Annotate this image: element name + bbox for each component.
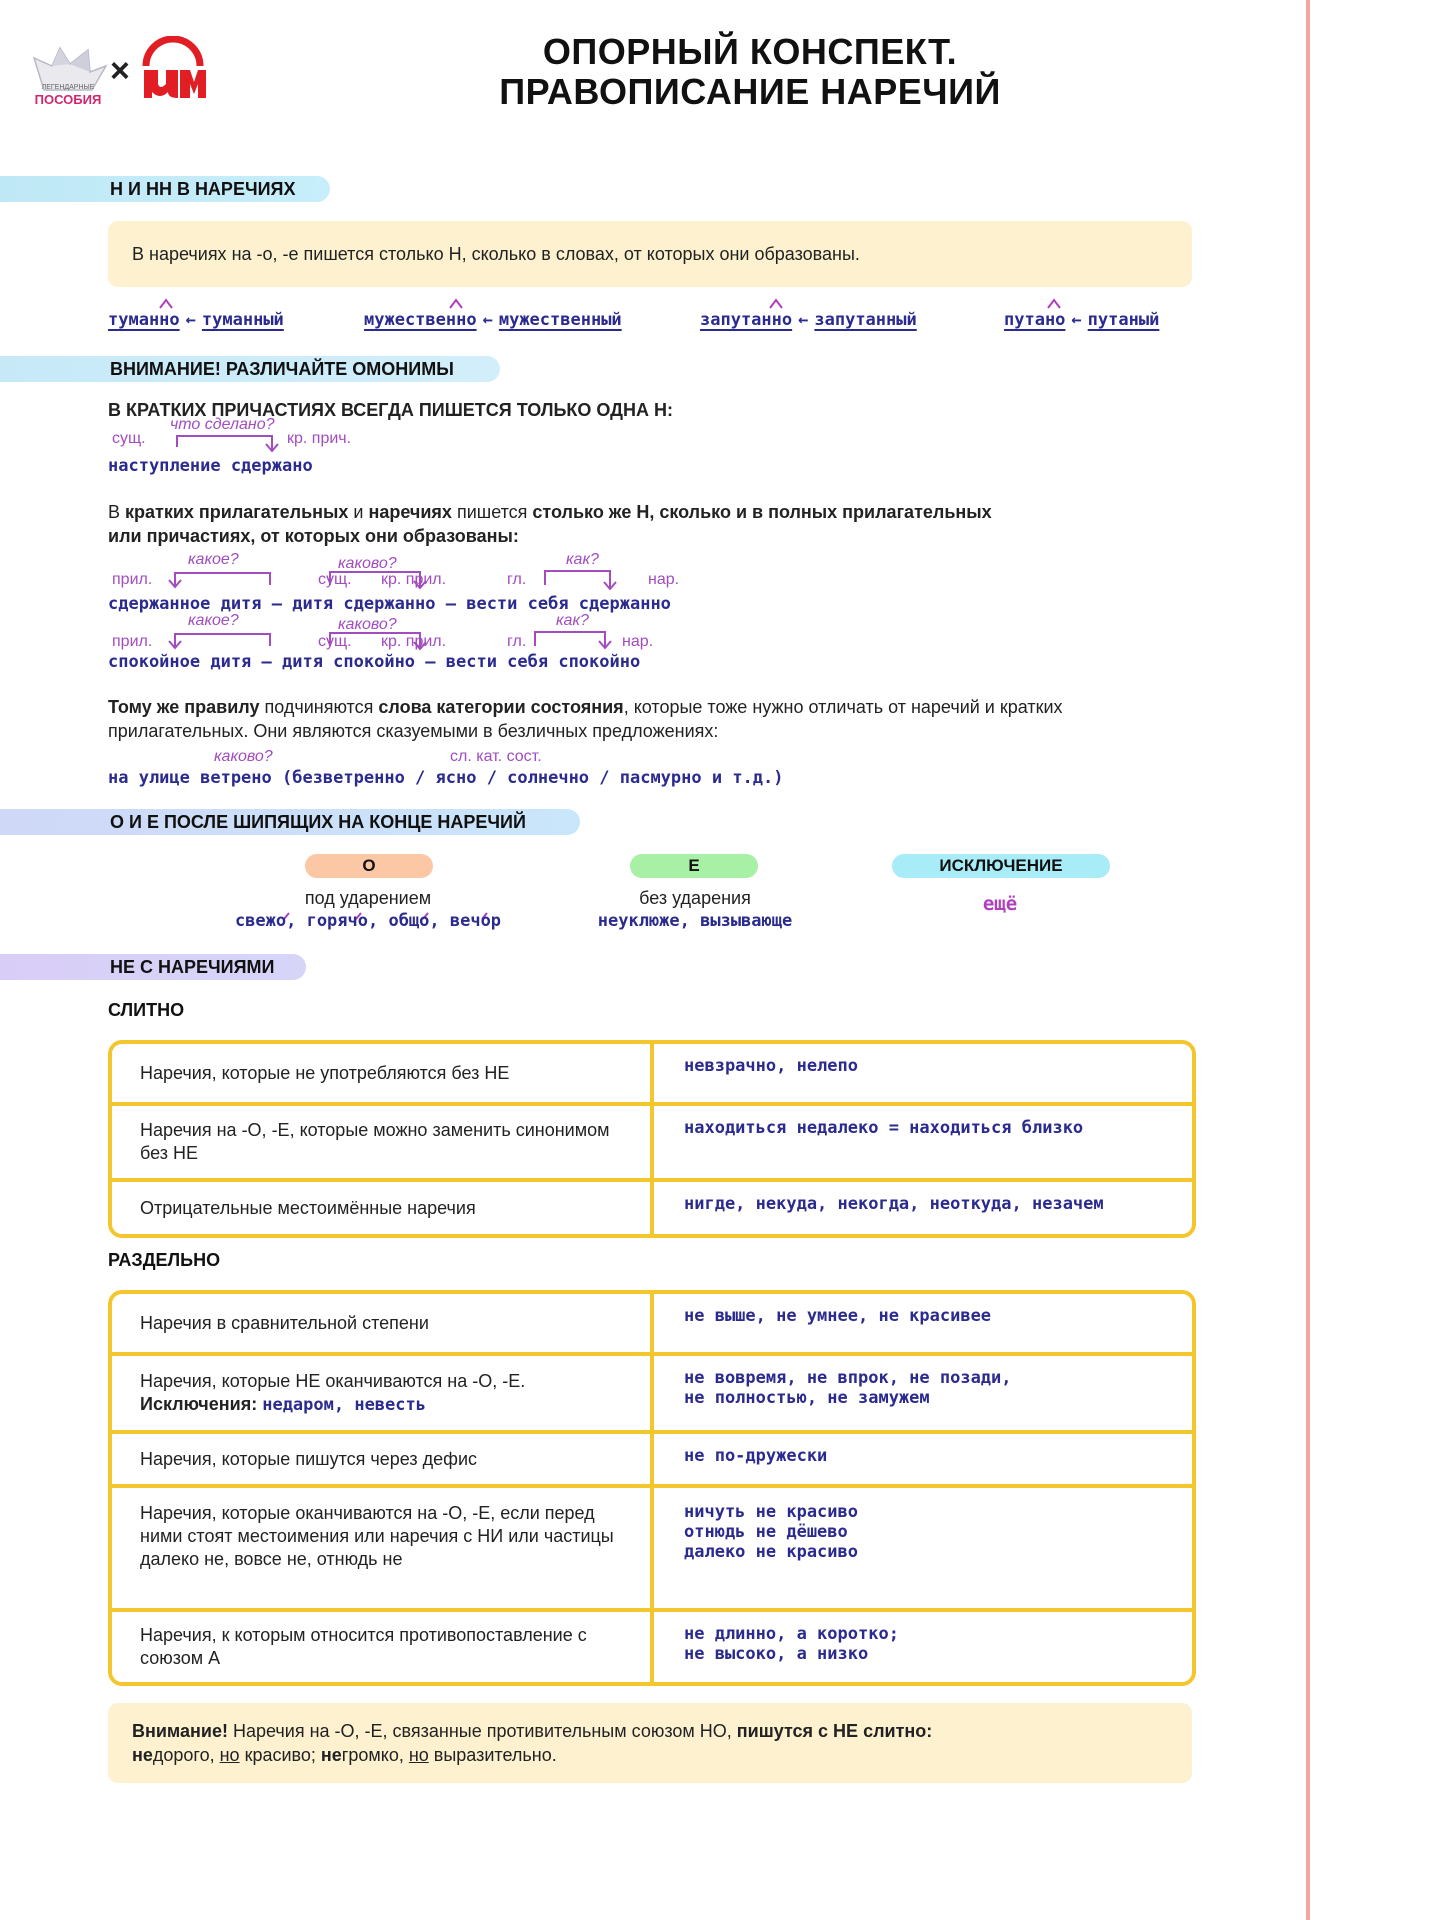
text-underlined: но	[219, 1745, 240, 1765]
table-together: Наречия, которые не употребляются без НЕ…	[108, 1040, 1196, 1238]
table-row: Наречия, которые оканчиваются на -О, -Е,…	[112, 1484, 1192, 1608]
table-row: Отрицательные местоимённые наречия нигде…	[112, 1178, 1192, 1234]
example-line: не выше, не умнее, не красивее	[684, 1306, 992, 1326]
examples-e: неуклюже, вызывающе	[597, 911, 793, 931]
example-line: ничуть не красиво	[684, 1502, 858, 1522]
example-cell: не вовремя, не впрок, не позади, не полн…	[654, 1356, 1192, 1430]
subheading-together: СЛИТНО	[108, 1000, 185, 1020]
desc-unstressed: без ударения	[639, 888, 751, 908]
section-heading-ne: НЕ С НАРЕЧИЯМИ	[0, 954, 306, 980]
text-fragment: выразительно.	[428, 1745, 557, 1765]
examples-o: свежо, горячо, общо, вечор	[234, 911, 502, 931]
example-cell: нигде, некуда, некогда, неоткуда, незаче…	[654, 1182, 1192, 1234]
pill-exception: ИСКЛЮЧЕНИЕ	[892, 854, 1110, 878]
pill-e: Е	[630, 854, 758, 878]
text-bold: не	[132, 1745, 153, 1765]
rule-text: Наречия, которые НЕ оканчиваются на -О, …	[140, 1371, 526, 1391]
example-cell: невзрачно, нелепо	[654, 1044, 1192, 1102]
rule-cell: Наречия, которые не употребляются без НЕ	[112, 1044, 654, 1102]
rule-cell: Наречия, к которым относится противопост…	[112, 1612, 654, 1682]
rule-cell: Наречия, которые пишутся через дефис	[112, 1434, 654, 1484]
rule-cell: Наречия, которые НЕ оканчиваются на -О, …	[112, 1356, 654, 1430]
pill-o: О	[305, 854, 433, 878]
text-bold: Внимание!	[132, 1721, 228, 1741]
example-line: далеко не красиво	[684, 1542, 858, 1562]
rule-cell: Отрицательные местоимённые наречия	[112, 1182, 654, 1234]
example-cell: не по-дружески	[654, 1434, 1192, 1484]
text-fragment: красиво;	[239, 1745, 321, 1765]
example-cell: не выше, не умнее, не красивее	[654, 1294, 1192, 1352]
example-line: не вовремя, не впрок, не позади,	[684, 1368, 1012, 1388]
example-line: отнюдь не дёшево	[684, 1522, 848, 1542]
text-bold: не	[320, 1745, 342, 1765]
example-cell: не длинно, а коротко; не высоко, а низко	[654, 1612, 1192, 1682]
desc-stressed: под ударением	[304, 888, 432, 908]
table-row: Наречия в сравнительной степени не выше,…	[112, 1294, 1192, 1352]
example-line: не по-дружески	[684, 1446, 828, 1466]
table-row: Наречия, которые не употребляются без НЕ…	[112, 1044, 1192, 1102]
subheading-separately: РАЗДЕЛЬНО	[108, 1250, 221, 1270]
final-note: Внимание! Наречия на -О, -Е, связанные п…	[108, 1703, 1192, 1783]
example-line: не длинно, а коротко;	[684, 1624, 899, 1644]
table-row: Наречия, которые пишутся через дефис не …	[112, 1430, 1192, 1484]
example-line: не высоко, а низко	[684, 1644, 869, 1664]
text-fragment: Наречия на -О, -Е, связанные противитель…	[227, 1721, 737, 1741]
exception-label: Исключения:	[140, 1394, 258, 1414]
example-line: невзрачно, нелепо	[684, 1056, 858, 1076]
example-line: находиться недалеко = находиться близко	[684, 1118, 1084, 1138]
example-line: нигде, некуда, некогда, неоткуда, незаче…	[684, 1194, 1104, 1214]
example-line: не полностью, не замужем	[684, 1388, 930, 1408]
table-row: Наречия, которые НЕ оканчиваются на -О, …	[112, 1352, 1192, 1430]
exception-value: недаром, невесть	[262, 1395, 426, 1415]
rule-cell: Наречия в сравнительной степени	[112, 1294, 654, 1352]
table-row: Наречия на -О, -Е, которые можно заменит…	[112, 1102, 1192, 1178]
section-heading-o-e: О И Е ПОСЛЕ ШИПЯЩИХ НА КОНЦЕ НАРЕЧИЙ	[0, 809, 580, 835]
rule-cell: Наречия на -О, -Е, которые можно заменит…	[112, 1106, 654, 1178]
examples-exception: ещё	[982, 893, 1018, 915]
text-fragment: громко,	[341, 1745, 409, 1765]
text-bold: пишутся с НЕ слитно:	[736, 1721, 933, 1741]
rule-cell: Наречия, которые оканчиваются на -О, -Е,…	[112, 1488, 654, 1608]
table-separately: Наречия в сравнительной степени не выше,…	[108, 1290, 1196, 1686]
table-row: Наречия, к которым относится противопост…	[112, 1608, 1192, 1682]
example-cell: находиться недалеко = находиться близко	[654, 1106, 1192, 1178]
text-underlined: но	[408, 1745, 429, 1765]
example-cell: ничуть не красиво отнюдь не дёшево далек…	[654, 1488, 1192, 1608]
text-fragment: дорого,	[152, 1745, 220, 1765]
